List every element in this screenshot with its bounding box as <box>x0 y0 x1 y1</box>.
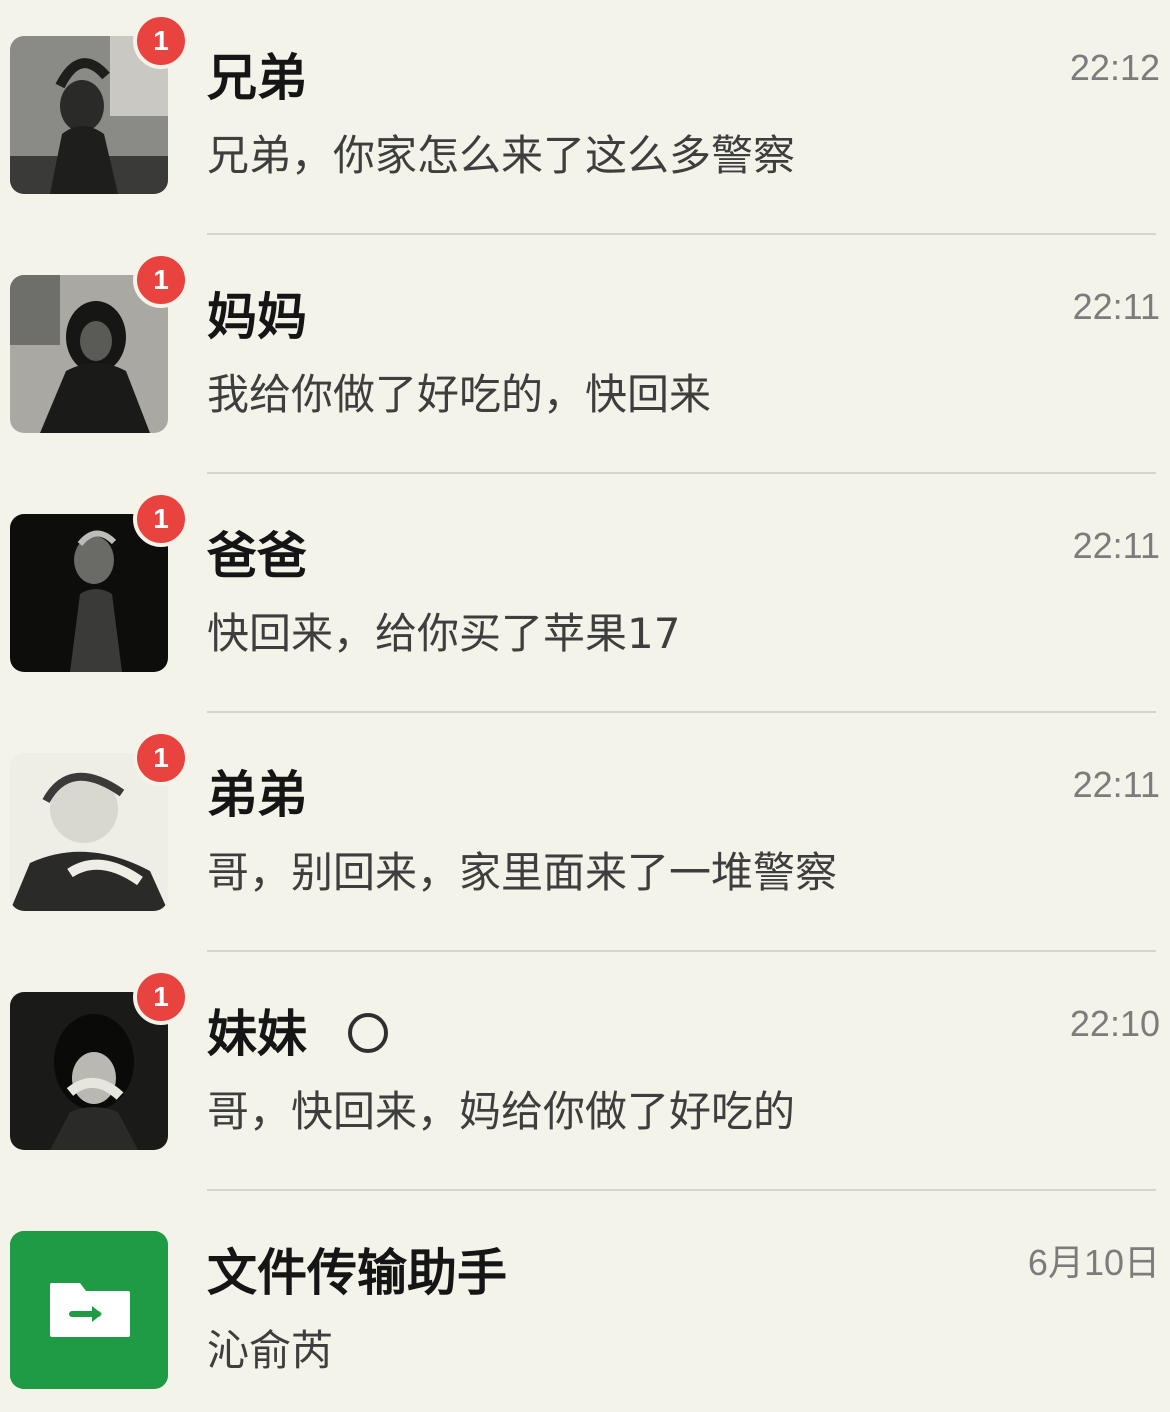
unread-badge: 1 <box>133 252 189 308</box>
chat-item-brother[interactable]: 1 兄弟 兄弟，你家怎么来了这么多警察 22:12 <box>0 0 1170 239</box>
contact-name: 兄弟 <box>207 49 307 107</box>
divider <box>207 1189 1156 1191</box>
chat-item-mom[interactable]: 1 妈妈 我给你做了好吃的，快回来 22:11 <box>0 239 1170 478</box>
message-time: 22:11 <box>1072 286 1160 327</box>
contact-name: 弟弟 <box>207 766 307 824</box>
divider <box>207 233 1156 235</box>
message-time: 22:11 <box>1072 764 1160 805</box>
chat-list: 1 兄弟 兄弟，你家怎么来了这么多警察 22:12 1 妈妈 我给你做了好吃的，… <box>0 0 1170 1412</box>
contact-name: 爸爸 <box>207 527 307 585</box>
message-time: 22:12 <box>1069 47 1160 88</box>
contact-name: 妹妹 <box>207 1005 307 1063</box>
unread-badge: 1 <box>133 13 189 69</box>
unread-badge: 1 <box>133 491 189 547</box>
message-time: 22:11 <box>1072 525 1160 566</box>
chat-item-dad[interactable]: 1 爸爸 快回来，给你买了苹果17 22:11 <box>0 478 1170 717</box>
unread-badge: 1 <box>133 969 189 1025</box>
message-preview: 快回来，给你买了苹果17 <box>207 609 681 658</box>
contact-name: 文件传输助手 <box>207 1244 507 1302</box>
chat-item-file-transfer[interactable]: 文件传输助手 沁俞芮 6月10日 <box>0 1195 1170 1412</box>
message-time: 22:10 <box>1069 1003 1160 1044</box>
message-time: 6月10日 <box>1027 1242 1160 1283</box>
unread-badge: 1 <box>133 730 189 786</box>
message-preview: 兄弟，你家怎么来了这么多警察 <box>207 131 796 180</box>
divider <box>207 711 1156 713</box>
status-ring-icon <box>348 1013 388 1053</box>
message-preview: 哥，快回来，妈给你做了好吃的 <box>207 1087 796 1136</box>
file-transfer-icon[interactable] <box>10 1231 168 1389</box>
message-preview: 我给你做了好吃的，快回来 <box>207 370 712 419</box>
chat-item-sister[interactable]: 1 妹妹 哥，快回来，妈给你做了好吃的 22:10 <box>0 956 1170 1195</box>
divider <box>207 950 1156 952</box>
message-preview: 哥，别回来，家里面来了一堆警察 <box>207 848 838 897</box>
contact-name: 妈妈 <box>207 288 307 346</box>
divider <box>207 472 1156 474</box>
chat-item-younger-brother[interactable]: 1 弟弟 哥，别回来，家里面来了一堆警察 22:11 <box>0 717 1170 956</box>
message-preview: 沁俞芮 <box>207 1326 334 1375</box>
